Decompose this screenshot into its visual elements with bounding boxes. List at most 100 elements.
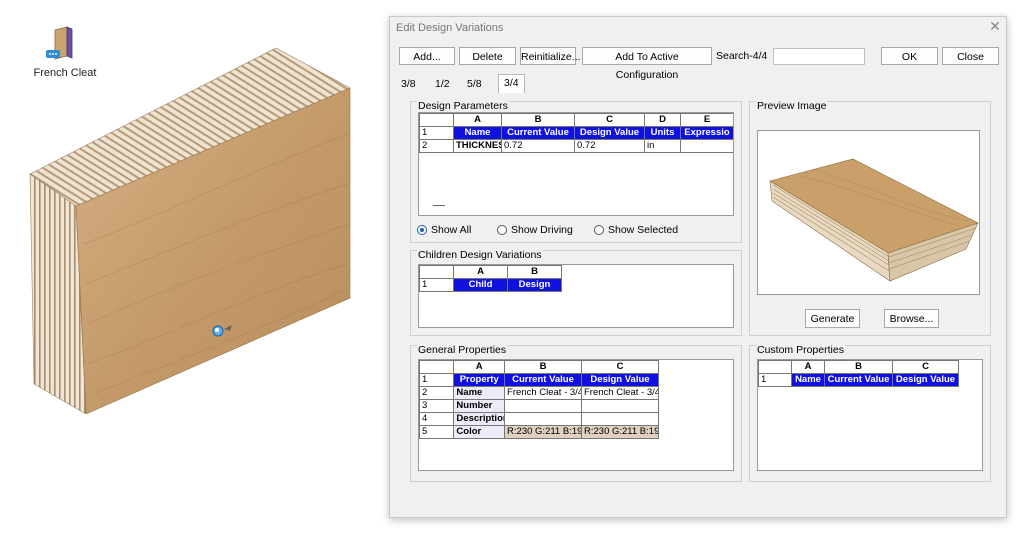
tab-1-2[interactable]: 1/2: [430, 76, 455, 92]
children-title: Children Design Variations: [417, 249, 543, 261]
grid-cell[interactable]: Number: [453, 399, 506, 413]
col-letter[interactable]: B: [504, 360, 582, 374]
radio-selected-icon: [417, 225, 427, 236]
grid-cell[interactable]: 0.72: [501, 139, 575, 153]
col-letter[interactable]: B: [507, 265, 562, 279]
custom-properties-group: Custom Properties A B C 1 Name Current V…: [749, 344, 991, 482]
col-letter[interactable]: A: [453, 113, 502, 127]
search-input[interactable]: [773, 48, 865, 65]
header-cell[interactable]: Design Value: [892, 373, 959, 387]
grid-cell[interactable]: Name: [453, 386, 506, 400]
custom-properties-grid[interactable]: A B C 1 Name Current Value Design Value: [757, 359, 983, 471]
header-cell[interactable]: Name: [453, 126, 502, 140]
row-number[interactable]: 1: [419, 373, 455, 387]
row-number[interactable]: 2: [419, 139, 454, 153]
header-cell[interactable]: Design: [507, 278, 562, 292]
col-letter[interactable]: A: [453, 265, 508, 279]
show-selected-radio[interactable]: Show Selected: [594, 224, 678, 236]
close-button[interactable]: Close: [942, 47, 999, 65]
tab-5-8[interactable]: 5/8: [462, 76, 487, 92]
radio-label: Show All: [431, 224, 472, 237]
tab-3-8[interactable]: 3/8: [396, 76, 421, 92]
grid-cell[interactable]: [680, 139, 733, 153]
grid-cell[interactable]: in: [644, 139, 681, 153]
row-number[interactable]: 5: [419, 425, 455, 439]
table-row: 3 Number: [419, 399, 659, 413]
general-properties-title: General Properties: [417, 344, 508, 356]
radio-label: Show Selected: [608, 224, 679, 237]
children-grid[interactable]: A B 1 Child Design: [418, 264, 734, 328]
close-icon[interactable]: ✕: [987, 18, 1003, 34]
table-row: 2 Name French Cleat - 3/4" French Cleat …: [419, 386, 659, 400]
grid-corner: [419, 265, 454, 279]
preview-title: Preview Image: [756, 100, 828, 112]
col-letter[interactable]: C: [574, 113, 645, 127]
grid-cell[interactable]: French Cleat - 3/4": [581, 386, 659, 400]
reinitialize-button[interactable]: Reinitialize...: [520, 47, 581, 65]
header-cell[interactable]: Expressio: [680, 126, 733, 140]
show-driving-radio[interactable]: Show Driving: [497, 224, 573, 236]
table-row: 5 Color R:230 G:211 B:198 R:230 G:211 B:…: [419, 425, 659, 439]
custom-properties-title: Custom Properties: [756, 344, 845, 356]
header-cell[interactable]: Child: [453, 278, 508, 292]
row-number[interactable]: 1: [758, 373, 792, 387]
delete-button[interactable]: Delete: [459, 47, 516, 65]
add-button[interactable]: Add...: [399, 47, 455, 65]
children-design-variations-group: Children Design Variations A B 1 Child D…: [410, 249, 742, 336]
add-to-active-configuration-button[interactable]: Add To Active Configuration: [582, 47, 712, 81]
design-parameters-grid[interactable]: A B C D E 1 Name Current Value Design Va…: [418, 112, 734, 216]
col-letter[interactable]: E: [680, 113, 733, 127]
model-viewport[interactable]: [24, 44, 354, 415]
general-properties-grid[interactable]: A B C 1 Property Current Value Design Va…: [418, 359, 734, 471]
grid-cell[interactable]: [581, 399, 659, 413]
browse-button[interactable]: Browse...: [884, 309, 939, 328]
col-letter[interactable]: A: [791, 360, 825, 374]
col-letter[interactable]: A: [453, 360, 506, 374]
grid-cell[interactable]: THICKNESS: [453, 139, 502, 153]
col-letter[interactable]: C: [892, 360, 959, 374]
col-letter[interactable]: D: [644, 113, 681, 127]
row-number[interactable]: 1: [419, 278, 454, 292]
ok-button[interactable]: OK: [881, 47, 938, 65]
radio-icon: [497, 225, 507, 236]
row-number[interactable]: 4: [419, 412, 455, 426]
radio-label: Show Driving: [511, 224, 573, 237]
radio-icon: [594, 225, 604, 236]
scroll-indicator: [433, 205, 445, 206]
row-number[interactable]: 1: [419, 126, 454, 140]
grid-cell[interactable]: [581, 412, 659, 426]
table-row: 4 Description: [419, 412, 659, 426]
tab-3-4[interactable]: 3/4: [498, 74, 525, 93]
show-all-radio[interactable]: Show All: [417, 224, 471, 236]
preview-image-group: Preview Image Generate Browse...: [749, 100, 991, 336]
row-number[interactable]: 2: [419, 386, 455, 400]
col-letter[interactable]: C: [581, 360, 659, 374]
grid-cell[interactable]: R:230 G:211 B:198: [504, 425, 582, 439]
edit-design-variations-dialog: Edit Design Variations ✕ Add... Delete R…: [389, 16, 1007, 518]
grid-corner: [758, 360, 792, 374]
grid-cell[interactable]: [504, 399, 582, 413]
header-cell[interactable]: Design Value: [574, 126, 645, 140]
col-letter[interactable]: B: [824, 360, 893, 374]
col-letter[interactable]: B: [501, 113, 575, 127]
design-parameters-group: Design Parameters A B C D E 1 Name Curre…: [410, 100, 742, 243]
header-cell[interactable]: Name: [791, 373, 825, 387]
grid-cell[interactable]: [504, 412, 582, 426]
header-cell[interactable]: Property: [453, 373, 506, 387]
header-cell[interactable]: Current Value: [501, 126, 575, 140]
header-cell[interactable]: Design Value: [581, 373, 659, 387]
design-parameters-title: Design Parameters: [417, 100, 509, 112]
general-properties-group: General Properties A B C 1 Property Curr…: [410, 344, 742, 482]
header-cell[interactable]: Current Value: [504, 373, 582, 387]
grid-cell[interactable]: Color: [453, 425, 506, 439]
grid-cell[interactable]: French Cleat - 3/4": [504, 386, 582, 400]
header-cell[interactable]: Current Value: [824, 373, 893, 387]
header-cell[interactable]: Units: [644, 126, 681, 140]
dialog-title: Edit Design Variations: [396, 22, 504, 34]
generate-button[interactable]: Generate: [805, 309, 860, 328]
grid-cell[interactable]: R:230 G:211 B:198: [581, 425, 659, 439]
row-number[interactable]: 3: [419, 399, 455, 413]
grid-cell[interactable]: 0.72: [574, 139, 645, 153]
preview-image: [757, 130, 980, 295]
grid-cell[interactable]: Description: [453, 412, 506, 426]
